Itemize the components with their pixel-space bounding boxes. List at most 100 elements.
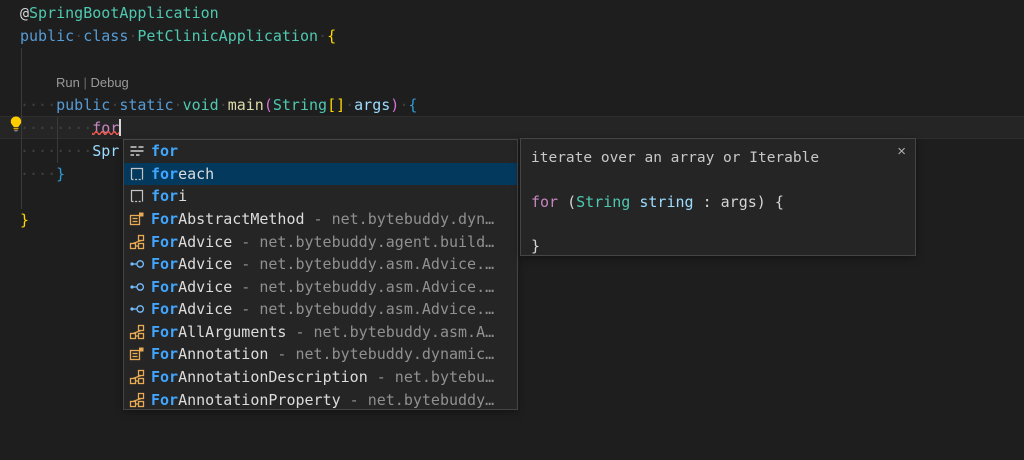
code-token: String (576, 193, 630, 211)
code-line[interactable] (20, 48, 417, 71)
suggest-label: AnnotationDescription (178, 368, 368, 386)
suggest-item[interactable]: ForAbstractMethod - net.bytebuddy.dyn… (124, 208, 517, 231)
suggest-detail: - net.bytebuddy… (350, 391, 495, 409)
suggest-item[interactable]: foreach (124, 163, 517, 186)
struct-icon (129, 346, 145, 362)
code-token: ) (390, 96, 399, 114)
code-token: public (20, 27, 74, 45)
docs-code-line: for (String string : args) { (531, 191, 905, 213)
code-token: · (345, 96, 354, 114)
code-line[interactable]: public·class·PetClinicApplication·{ (20, 25, 417, 48)
suggest-label: Advice (178, 278, 232, 296)
code-token: void (183, 96, 219, 114)
suggest-label: AbstractMethod (178, 210, 304, 228)
code-token: ········ (20, 119, 92, 137)
snippet-icon (129, 188, 145, 204)
class-icon (129, 392, 145, 408)
suggest-detail: - net.bytebuddy.asm.A… (295, 323, 494, 341)
suggest-detail: - net.bytebuddy.dyn… (314, 210, 495, 228)
code-token: args (354, 96, 390, 114)
suggest-label-match: For (151, 323, 178, 341)
code-token: } (20, 211, 29, 229)
code-token: · (110, 96, 119, 114)
codelens-line[interactable]: Run | Debug (20, 71, 417, 94)
text-cursor (119, 119, 121, 136)
class-icon (129, 324, 145, 340)
code-token: ) { (757, 193, 784, 211)
codelens-debug-link[interactable]: Debug (90, 75, 128, 90)
suggest-detail: - net.bytebuddy.asm.Advice.… (241, 278, 494, 296)
suggest-item[interactable]: ForAdvice - net.bytebuddy.asm.Advice.… (124, 253, 517, 276)
suggest-label-match: For (151, 210, 178, 228)
code-token (558, 193, 567, 211)
code-token: for (531, 193, 558, 211)
docs-summary: iterate over an array or Iterable (531, 147, 905, 169)
codelens-run-link[interactable]: Run (56, 75, 80, 90)
code-token: } (531, 237, 540, 255)
code-token: ········ (20, 142, 92, 160)
suggest-item[interactable]: ForAdvice- net.bytebuddy.asm.Advice.… (124, 298, 517, 321)
code-line[interactable]: @SpringBootApplication (20, 2, 417, 25)
interface-icon (129, 256, 145, 272)
interface-icon (129, 301, 145, 317)
keyword-icon (129, 143, 145, 159)
code-token: ···· (20, 96, 56, 114)
suggest-label-match: for (151, 187, 178, 205)
suggest-detail: - net.bytebuddy.agent.build… (241, 233, 494, 251)
docs-code: for (String string : args) { } (531, 191, 905, 257)
code-token: args (721, 193, 757, 211)
suggest-item[interactable]: ForAnnotationProperty- net.bytebuddy… (124, 388, 517, 410)
suggest-label: each (178, 165, 214, 183)
code-token: · (399, 96, 408, 114)
suggest-item[interactable]: ForAnnotation- net.bytebuddy.dynamic… (124, 343, 517, 366)
suggest-label-match: for (151, 142, 178, 160)
code-token: SpringBootApplication (29, 4, 219, 22)
code-token: String (273, 96, 327, 114)
suggest-docs-panel: iterate over an array or Iterable × for … (520, 138, 916, 256)
code-token: PetClinicApplication (137, 27, 318, 45)
suggest-label-match: For (151, 278, 178, 296)
suggest-label: Advice (178, 255, 232, 273)
code-line[interactable]: ····public·static·void·main(String[]·arg… (20, 94, 417, 117)
class-icon (129, 234, 145, 250)
suggest-item[interactable]: ForAnnotationDescription - net.bytebu… (124, 366, 517, 389)
code-token: { (408, 96, 417, 114)
docs-code-line: } (531, 235, 905, 257)
code-token: for (92, 119, 119, 137)
class-icon (129, 369, 145, 385)
code-token: class (83, 27, 128, 45)
suggest-label-match: For (151, 255, 178, 273)
suggest-label: Advice (178, 300, 232, 318)
suggest-label-match: For (151, 345, 178, 363)
interface-icon (129, 279, 145, 295)
suggest-item[interactable]: ForAdvice- net.bytebuddy.agent.build… (124, 230, 517, 253)
snippet-icon (129, 166, 145, 182)
suggest-item[interactable]: ForAdvice - net.bytebuddy.asm.Advice.… (124, 275, 517, 298)
code-token: · (174, 96, 183, 114)
suggest-detail: - net.bytebu… (377, 368, 494, 386)
code-token: static (119, 96, 173, 114)
code-token: ( (264, 96, 273, 114)
suggest-label: Annotation (178, 345, 268, 363)
code-token: } (56, 165, 65, 183)
suggest-label: AnnotationProperty (178, 391, 341, 409)
suggest-detail: - net.bytebuddy.asm.Advice.… (241, 255, 494, 273)
suggest-label-match: for (151, 165, 178, 183)
suggest-item[interactable]: for (124, 140, 517, 163)
code-token: · (219, 96, 228, 114)
suggest-item[interactable]: ForAllArguments- net.bytebuddy.asm.A… (124, 321, 517, 344)
suggest-label-match: For (151, 368, 178, 386)
struct-icon (129, 211, 145, 227)
close-icon[interactable]: × (897, 144, 906, 159)
code-token: : (694, 193, 721, 211)
suggest-label-match: For (151, 233, 178, 251)
codelens-separator: | (80, 75, 91, 90)
code-line[interactable]: ········for (20, 117, 417, 140)
code-token: Spr (92, 142, 119, 160)
docs-code-line (531, 213, 905, 235)
suggest-item[interactable]: fori (124, 185, 517, 208)
code-token: string (639, 193, 693, 211)
code-token: @ (20, 4, 29, 22)
code-token: main (228, 96, 264, 114)
code-token: ( (567, 193, 576, 211)
